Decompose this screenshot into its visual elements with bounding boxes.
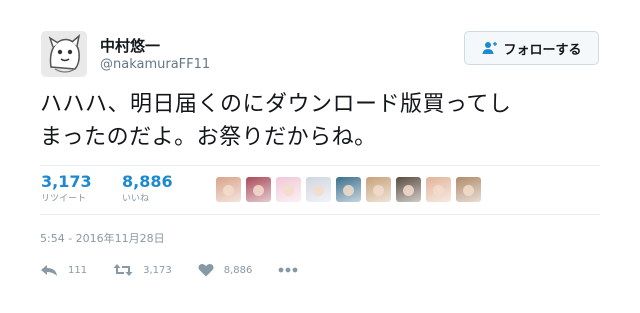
- liker-face: [433, 185, 444, 196]
- user-avatar[interactable]: [41, 31, 87, 77]
- liker-avatar-1[interactable]: [216, 177, 241, 202]
- avatar-icon: [41, 31, 87, 77]
- retweet-button[interactable]: 3,173: [113, 263, 172, 277]
- liker-avatar-4[interactable]: [306, 177, 331, 202]
- liker-avatar-6[interactable]: [366, 177, 391, 202]
- tweet-card: 中村悠一 @nakamuraFF11 フォローする ハハハ、明日届くのにダウンロ…: [0, 0, 640, 313]
- user-handle[interactable]: @nakamuraFF11: [100, 57, 210, 72]
- liker-face: [283, 185, 294, 196]
- retweet-count: 3,173: [41, 172, 92, 191]
- liker-face: [223, 185, 234, 196]
- liker-avatar-9[interactable]: [456, 177, 481, 202]
- stats-top-divider: [40, 165, 600, 166]
- reply-icon: [41, 265, 57, 276]
- liker-face: [343, 185, 354, 196]
- liker-face: [373, 185, 384, 196]
- follow-user-icon: [482, 41, 498, 54]
- tweet-text-line-1: ハハハ、明日届くのにダウンロード版買ってし: [40, 92, 512, 117]
- liker-avatar-8[interactable]: [426, 177, 451, 202]
- tweet-actions: 111 3,173 8,886: [40, 260, 334, 280]
- like-count: 8,886: [122, 172, 173, 191]
- tweet-timestamp[interactable]: 5:54 - 2016年11月28日: [40, 230, 165, 246]
- retweet-action-count: 3,173: [143, 264, 172, 276]
- display-name[interactable]: 中村悠一: [100, 35, 160, 56]
- liker-face: [463, 185, 474, 196]
- liker-avatar-3[interactable]: [276, 177, 301, 202]
- retweet-icon: [113, 264, 133, 276]
- liker-face: [403, 185, 414, 196]
- liker-avatar-7[interactable]: [396, 177, 421, 202]
- heart-icon: [198, 263, 214, 277]
- tweet-text-line-2: まったのだよ。お祭りだからね。: [40, 125, 377, 150]
- tweet-text: ハハハ、明日届くのにダウンロード版買ってし まったのだよ。お祭りだからね。: [40, 88, 600, 154]
- reply-count: 111: [68, 264, 88, 276]
- reply-button[interactable]: 111: [40, 263, 87, 277]
- liker-face: [253, 185, 264, 196]
- like-action-count: 8,886: [223, 264, 253, 276]
- liker-face: [313, 185, 324, 196]
- more-button[interactable]: [278, 267, 308, 273]
- liker-avatar-2[interactable]: [246, 177, 271, 202]
- follow-button[interactable]: フォローする: [464, 31, 599, 65]
- retweet-label: リツイート: [41, 194, 87, 204]
- liker-avatars: [216, 177, 486, 202]
- follow-button-label: フォローする: [503, 42, 582, 58]
- stats-bottom-divider: [40, 214, 600, 215]
- like-label: いいね: [122, 194, 150, 204]
- retweet-stat[interactable]: 3,173 リツイート: [41, 172, 92, 206]
- like-stat[interactable]: 8,886 いいね: [122, 172, 173, 206]
- like-button[interactable]: 8,886: [198, 263, 253, 277]
- liker-avatar-5[interactable]: [336, 177, 361, 202]
- more-icon: [278, 267, 298, 273]
